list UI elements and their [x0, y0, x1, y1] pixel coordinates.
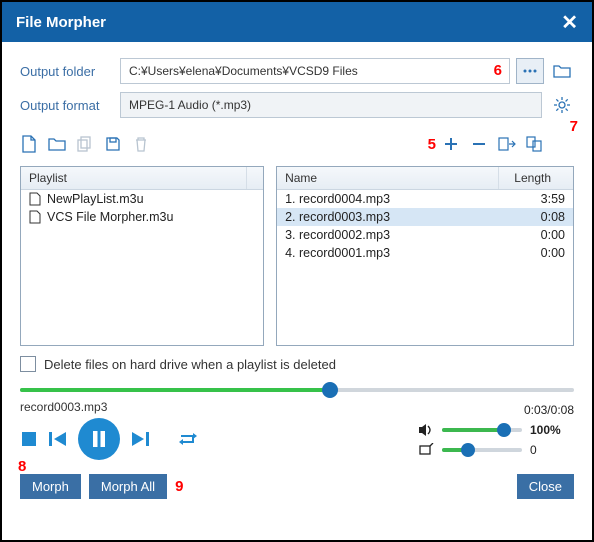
format-settings-button[interactable]	[550, 93, 574, 117]
track-length: 0:08	[511, 210, 565, 224]
gear-icon	[553, 96, 571, 114]
annotation-6: 6	[494, 62, 502, 79]
track-name: 2. record0003.mp3	[285, 210, 505, 224]
remove-track-icon[interactable]	[470, 135, 488, 153]
next-button[interactable]	[130, 430, 150, 448]
playlist-item[interactable]: NewPlayList.m3u	[21, 190, 263, 208]
track-row[interactable]: 2. record0003.mp3 0:08	[277, 208, 573, 226]
duplicate-tracks-icon[interactable]	[526, 135, 544, 153]
close-button[interactable]: Close	[517, 474, 574, 499]
track-name: 4. record0001.mp3	[285, 246, 505, 260]
track-row[interactable]: 1. record0004.mp3 3:59	[277, 190, 573, 208]
save-icon[interactable]	[104, 135, 122, 153]
export-tracks-icon[interactable]	[498, 135, 516, 153]
track-row[interactable]: 3. record0002.mp3 0:00	[277, 226, 573, 244]
current-track-label: record0003.mp3	[20, 400, 198, 414]
tracks-name-header: Name	[277, 167, 499, 189]
annotation-5: 5	[428, 136, 436, 153]
track-name: 1. record0004.mp3	[285, 192, 505, 206]
pause-icon	[90, 429, 108, 449]
file-icon	[29, 210, 41, 224]
seek-slider[interactable]	[20, 388, 574, 392]
time-display: 0:03/0:08	[418, 403, 574, 417]
track-length: 3:59	[511, 192, 565, 206]
delete-files-label: Delete files on hard drive when a playli…	[44, 357, 336, 372]
window-title: File Morpher	[16, 14, 106, 31]
add-track-icon[interactable]	[442, 135, 460, 153]
folder-icon	[553, 64, 571, 78]
stop-button[interactable]	[20, 430, 38, 448]
pitch-value: 0	[530, 443, 574, 457]
volume-value: 100%	[530, 423, 574, 437]
copy-icon	[76, 135, 94, 153]
repeat-button[interactable]	[178, 431, 198, 447]
playlist-header: Playlist	[21, 167, 247, 189]
pitch-thumb[interactable]	[461, 443, 475, 457]
pause-button[interactable]	[78, 418, 120, 460]
prev-button[interactable]	[48, 430, 68, 448]
tracks-length-header: Length	[499, 167, 559, 189]
open-folder-button[interactable]	[550, 59, 574, 83]
playlist-item-label: VCS File Morpher.m3u	[47, 210, 173, 224]
titlebar: File Morpher ✕	[2, 2, 592, 42]
output-folder-input[interactable]	[120, 58, 510, 84]
playlist-item-label: NewPlayList.m3u	[47, 192, 144, 206]
morph-button[interactable]: Morph	[20, 474, 81, 499]
output-format-label: Output format	[20, 98, 120, 113]
tracks-panel: Name Length 1. record0004.mp3 3:59 2. reco…	[276, 166, 574, 346]
browse-button[interactable]	[516, 58, 544, 84]
close-icon[interactable]: ✕	[561, 10, 578, 35]
pitch-icon	[418, 443, 434, 457]
output-format-value: MPEG-1 Audio (*.mp3)	[129, 98, 251, 112]
delete-files-checkbox[interactable]	[20, 356, 36, 372]
open-file-icon[interactable]	[48, 135, 66, 153]
annotation-9: 9	[175, 478, 183, 495]
track-row[interactable]: 4. record0001.mp3 0:00	[277, 244, 573, 262]
delete-icon	[132, 135, 150, 153]
volume-thumb[interactable]	[497, 423, 511, 437]
new-file-icon[interactable]	[20, 135, 38, 153]
track-length: 0:00	[511, 246, 565, 260]
track-length: 0:00	[511, 228, 565, 242]
volume-icon	[418, 423, 434, 437]
file-icon	[29, 192, 41, 206]
playlist-item[interactable]: VCS File Morpher.m3u	[21, 208, 263, 226]
volume-slider[interactable]	[442, 428, 522, 432]
ellipsis-icon	[522, 67, 538, 75]
track-name: 3. record0002.mp3	[285, 228, 505, 242]
output-format-select[interactable]: MPEG-1 Audio (*.mp3)	[120, 92, 542, 118]
annotation-8: 8	[18, 458, 26, 475]
morph-all-button[interactable]: Morph All	[89, 474, 167, 499]
playlist-panel: Playlist NewPlayList.m3u VCS File Morpher…	[20, 166, 264, 346]
output-folder-label: Output folder	[20, 64, 120, 79]
seek-thumb[interactable]	[322, 382, 338, 398]
pitch-slider[interactable]	[442, 448, 522, 452]
